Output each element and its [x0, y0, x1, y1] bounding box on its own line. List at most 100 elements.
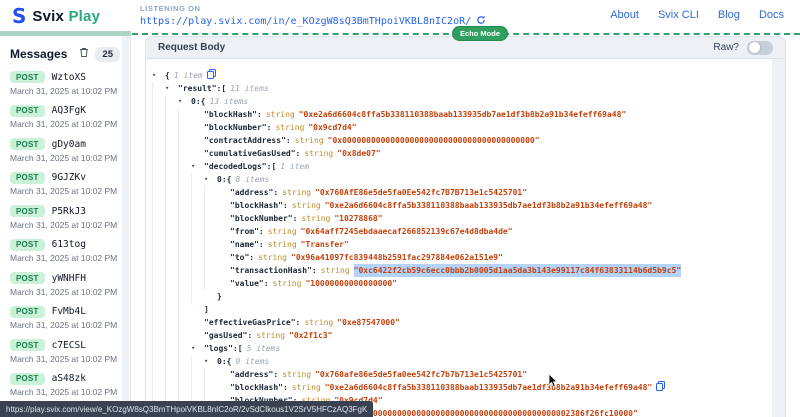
nav-link-svix-cli[interactable]: Svix CLI	[658, 9, 699, 21]
raw-toggle-knob	[749, 42, 760, 53]
json-row-to: "to" : string"0x96a41097fc839448b2591fac…	[152, 251, 772, 264]
indent-guide	[191, 368, 204, 381]
indent-guide	[165, 368, 178, 381]
svix-play-app: S Svix Play LISTENING ON https://play.sv…	[0, 0, 800, 417]
json-key: "value"	[230, 277, 264, 290]
indent-guide	[152, 264, 165, 277]
panel-scrollbar[interactable]	[772, 59, 785, 417]
json-open-bracket: [	[221, 82, 226, 95]
indent-guide	[191, 186, 204, 199]
message-id: 613tog	[52, 239, 86, 250]
json-key: "contractAddress"	[204, 134, 286, 147]
json-colon: :	[259, 225, 264, 238]
message-id: c7ECSL	[52, 340, 86, 351]
indent-guide	[152, 303, 165, 316]
json-value: "0x0000000000000000000000000000000000000…	[328, 134, 540, 147]
collapse-arrow-icon[interactable]: ▾	[165, 82, 178, 95]
json-tree: ▾{ 1 item▾"result" : [ 11 items▾0 : { 13…	[146, 59, 772, 417]
method-badge: POST	[10, 339, 45, 351]
indent-guide	[178, 160, 191, 173]
message-id: AQ3FgK	[52, 105, 86, 116]
listening-url[interactable]: https://play.svix.com/in/e_KOzgW8sQ3BmTH…	[140, 15, 486, 28]
message-item-FvMb4L[interactable]: POSTFvMb4LMarch 31, 2025 at 10:02 PM	[10, 306, 130, 331]
indent-guide	[152, 95, 165, 108]
message-timestamp: March 31, 2025 at 10:02 PM	[10, 354, 130, 364]
method-badge: POST	[10, 172, 45, 184]
json-key: "to"	[230, 251, 249, 264]
json-type-label: string	[304, 147, 333, 160]
nav-link-about[interactable]: About	[610, 9, 639, 21]
indent-guide	[178, 316, 191, 329]
indent-guide	[152, 342, 165, 355]
message-item-gDy0am[interactable]: POSTgDy0amMarch 31, 2025 at 10:02 PM	[10, 138, 130, 163]
collapse-arrow-icon[interactable]: ▾	[178, 95, 191, 108]
json-type-label: string	[304, 316, 333, 329]
message-id: WztoXS	[52, 72, 86, 83]
message-item-aS48zk[interactable]: POSTaS48zkMarch 31, 2025 at 10:02 PM	[10, 373, 130, 398]
raw-toggle[interactable]	[747, 41, 773, 55]
indent-guide	[152, 186, 165, 199]
message-id: gDy0am	[52, 139, 86, 150]
json-open-bracket: [	[238, 342, 243, 355]
message-timestamp: March 31, 2025 at 10:02 PM	[10, 287, 130, 297]
json-type-label: string	[258, 251, 287, 264]
message-timestamp: March 31, 2025 at 10:02 PM	[10, 253, 130, 263]
json-key: "logs"	[204, 342, 233, 355]
json-row-decodedLogs: ▾"decodedLogs" : [ 1 item	[152, 160, 772, 173]
json-type-label: string	[321, 264, 350, 277]
indent-guide	[152, 355, 165, 368]
indent-guide	[191, 173, 204, 186]
message-item-9GJZKv[interactable]: POST9GJZKvMarch 31, 2025 at 10:02 PM	[10, 172, 130, 197]
indent-guide	[152, 290, 165, 303]
indent-guide	[191, 355, 204, 368]
copy-icon[interactable]	[656, 381, 665, 395]
nav-link-blog[interactable]: Blog	[718, 9, 740, 21]
copy-icon[interactable]	[207, 69, 216, 83]
indent-guide	[204, 238, 217, 251]
message-item-P5RkJ3[interactable]: POSTP5RkJ3March 31, 2025 at 10:02 PM	[10, 205, 130, 230]
json-colon: :	[296, 316, 301, 329]
json-colon: :	[283, 199, 288, 212]
json-type-label: string	[266, 108, 295, 121]
json-type-label: string	[282, 368, 311, 381]
sidebar-scrollbar[interactable]	[122, 36, 129, 417]
json-row-value: "value" : string"10000000000000000"	[152, 277, 772, 290]
json-value: "0x96a41097fc839448b2591fac297884e062a15…	[291, 251, 503, 264]
collapse-arrow-icon[interactable]: ▾	[191, 160, 204, 173]
indent-guide	[165, 355, 178, 368]
json-row-blockHash: "blockHash" : string"0xe2a6d6604c8ffa5b3…	[152, 199, 772, 212]
nav-link-docs[interactable]: Docs	[759, 9, 784, 21]
message-item-yWNHFH[interactable]: POSTyWNHFHMarch 31, 2025 at 10:02 PM	[10, 272, 130, 297]
indent-guide	[178, 355, 191, 368]
indent-guide	[178, 277, 191, 290]
message-id: FvMb4L	[52, 306, 86, 317]
indent-guide	[178, 147, 191, 160]
json-row-transactionHash: "transactionHash" : string"0xc6422f2cb59…	[152, 264, 772, 277]
trash-icon[interactable]	[79, 45, 89, 63]
collapse-arrow-icon[interactable]: ▾	[191, 342, 204, 355]
svix-logo[interactable]: S Svix Play	[12, 5, 100, 27]
collapse-arrow-icon[interactable]: ▾	[204, 173, 217, 186]
indent-guide	[191, 290, 204, 303]
json-row-blockNumber: "blockNumber" : string"10278868"	[152, 212, 772, 225]
main-area: Request Body Raw? ▾{ 1 item▾"result" : […	[132, 35, 800, 417]
indent-guide	[191, 212, 204, 225]
json-row-from: "from" : string"0x64aff7245ebdaaecaf2668…	[152, 225, 772, 238]
message-item-613tog[interactable]: POST613togMarch 31, 2025 at 10:02 PM	[10, 239, 130, 264]
indent-guide	[191, 277, 204, 290]
json-key: "cumulativeGasUsed"	[204, 147, 296, 160]
indent-guide	[165, 199, 178, 212]
json-row-logs: ▾"logs" : [ 5 items	[152, 342, 772, 355]
json-item-count: 13 items	[209, 95, 248, 108]
json-key: "transactionHash"	[230, 264, 312, 277]
collapse-arrow-icon[interactable]: ▾	[152, 69, 165, 82]
json-key: "blockHash"	[230, 381, 283, 394]
messages-sidebar: Messages 25 POSTWztoXSMarch 31, 2025 at …	[0, 36, 131, 417]
message-id: yWNHFH	[52, 273, 86, 284]
message-item-AQ3FgK[interactable]: POSTAQ3FgKMarch 31, 2025 at 10:02 PM	[10, 105, 130, 130]
message-item-WztoXS[interactable]: POSTWztoXSMarch 31, 2025 at 10:02 PM	[10, 71, 130, 96]
json-row-effectiveGasPrice: "effectiveGasPrice" : string"0xe87547000…	[152, 316, 772, 329]
message-item-c7ECSL[interactable]: POST c7ECSL March 31, 2025 at 10:02 PM	[10, 339, 130, 364]
indent-guide	[165, 316, 178, 329]
collapse-arrow-icon[interactable]: ▾	[204, 355, 217, 368]
